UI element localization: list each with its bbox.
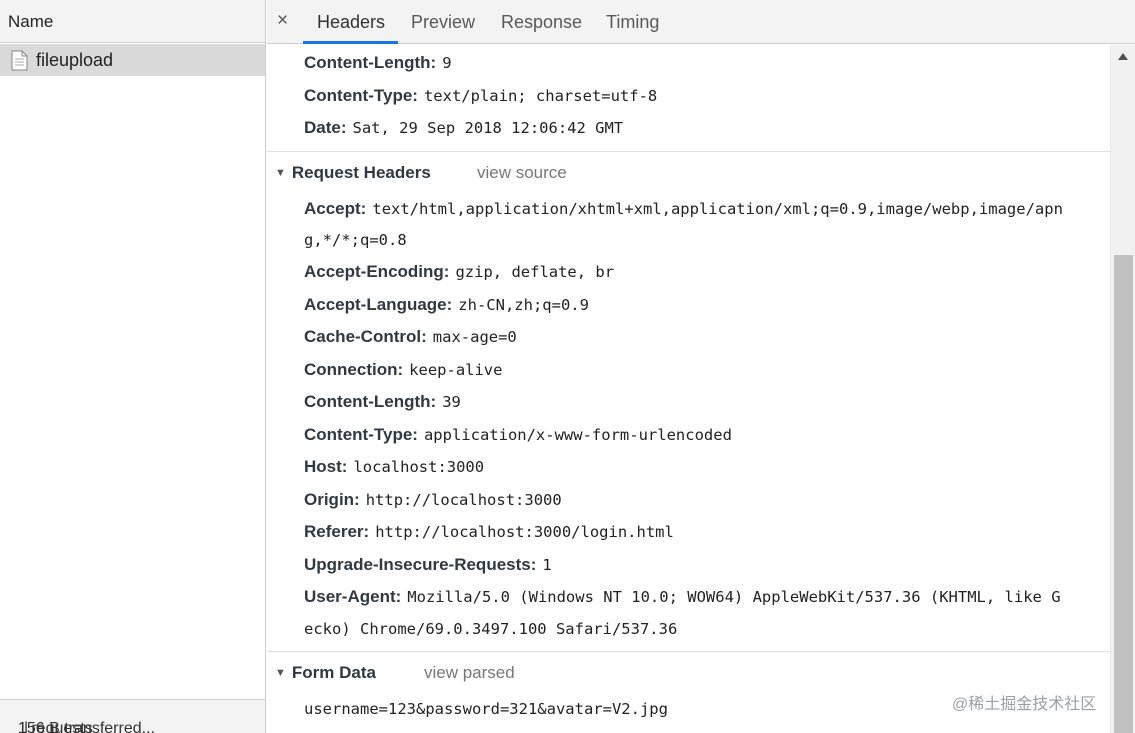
response-header-row: Content-Type: text/plain; charset=utf-8: [304, 86, 657, 106]
header-name: Cache-Control:: [304, 327, 427, 346]
section-divider: [267, 651, 1110, 652]
request-header-row: Origin: http://localhost:3000: [304, 490, 562, 510]
details-tabbar: × Headers Preview Response Timing: [267, 0, 1135, 44]
header-name: User-Agent:: [304, 587, 402, 606]
header-value-continuation: ecko) Chrome/69.0.3497.100 Safari/537.36: [304, 620, 678, 638]
watermark-text: @稀土掘金技术社区: [952, 696, 1097, 713]
request-headers-toggle[interactable]: ▼ Request Headers: [275, 163, 431, 183]
close-icon[interactable]: ×: [277, 10, 288, 32]
request-header-row: Cache-Control: max-age=0: [304, 327, 517, 347]
form-data-raw: username=123&password=321&avatar=V2.jpg: [304, 700, 668, 718]
header-value: Sat, 29 Sep 2018 12:06:42 GMT: [352, 119, 624, 137]
header-name: Content-Length:: [304, 392, 437, 411]
header-value: 39: [442, 393, 461, 411]
request-header-row: Connection: keep-alive: [304, 360, 502, 380]
header-name: Content-Type:: [304, 86, 418, 105]
document-icon: [11, 50, 28, 71]
form-data-title: Form Data: [291, 663, 376, 682]
request-header-row: Accept: text/html,application/xhtml+xml,a…: [304, 199, 1063, 219]
transferred-size: 156 B transferred...: [18, 720, 155, 733]
header-name: Accept-Language:: [304, 295, 453, 314]
header-value: text/plain; charset=utf-8: [423, 87, 658, 105]
header-value-continuation: g,*/*;q=0.8: [304, 231, 407, 249]
request-header-row: Referer: http://localhost:3000/login.html: [304, 522, 674, 542]
header-value: text/html,application/xhtml+xml,applicat…: [372, 200, 1063, 218]
header-name: Accept-Encoding:: [304, 262, 450, 281]
request-row-fileupload[interactable]: fileupload: [0, 44, 265, 76]
header-name: Upgrade-Insecure-Requests:: [304, 555, 537, 574]
name-column-header[interactable]: Name: [0, 0, 265, 43]
header-value: max-age=0: [432, 328, 517, 346]
request-name: fileupload: [36, 50, 114, 70]
header-value: Mozilla/5.0 (Windows NT 10.0; WOW64) App…: [407, 588, 1061, 606]
scroll-up-arrow-icon[interactable]: [1118, 53, 1128, 60]
header-value: keep-alive: [409, 361, 503, 379]
request-headers-title: Request Headers: [291, 163, 431, 182]
header-name: Content-Length:: [304, 53, 437, 72]
tab-timing[interactable]: Timing: [606, 12, 659, 33]
status-bar: 1 requests | 156 B transferred...: [0, 699, 265, 733]
request-header-row: Content-Length: 39: [304, 392, 461, 412]
tab-preview[interactable]: Preview: [411, 12, 475, 33]
request-header-row: User-Agent: Mozilla/5.0 (Windows NT 10.0;…: [304, 587, 1061, 607]
header-name: Accept:: [304, 199, 367, 218]
response-header-row: Date: Sat, 29 Sep 2018 12:06:42 GMT: [304, 118, 623, 138]
header-name: Content-Type:: [304, 425, 418, 444]
request-details-pane: × Headers Preview Response Timing Conten…: [267, 0, 1135, 733]
triangle-down-icon: ▼: [275, 167, 286, 179]
header-value: localhost:3000: [353, 458, 485, 476]
tab-headers[interactable]: Headers: [317, 12, 385, 33]
header-value: 9: [442, 54, 452, 72]
form-data-toggle[interactable]: ▼ Form Data: [275, 663, 376, 683]
header-value: application/x-www-form-urlencoded: [423, 426, 732, 444]
request-header-row: Accept-Encoding: gzip, deflate, br: [304, 262, 614, 282]
header-value: zh-CN,zh;q=0.9: [458, 296, 589, 314]
header-name: Referer:: [304, 522, 370, 541]
header-name: Origin:: [304, 490, 360, 509]
active-tab-indicator: [303, 41, 398, 44]
view-parsed-link[interactable]: view parsed: [424, 663, 515, 683]
request-header-row: Content-Type: application/x-www-form-urle…: [304, 425, 732, 445]
header-value: gzip, deflate, br: [455, 263, 615, 281]
request-header-row: Host: localhost:3000: [304, 457, 484, 477]
response-header-row: Content-Length: 9: [304, 53, 452, 73]
header-value: http://localhost:3000: [365, 491, 562, 509]
tab-response[interactable]: Response: [501, 12, 582, 33]
request-header-row: Accept-Language: zh-CN,zh;q=0.9: [304, 295, 589, 315]
header-name: Host:: [304, 457, 348, 476]
header-name: Connection:: [304, 360, 404, 379]
header-name: Date:: [304, 118, 347, 137]
vertical-scrollbar[interactable]: [1110, 45, 1135, 733]
section-divider: [267, 151, 1110, 152]
header-value: 1: [542, 556, 552, 574]
name-column-label: Name: [8, 12, 54, 31]
headers-content: Content-Length: 9 Content-Type: text/plain…: [267, 45, 1110, 733]
scrollbar-thumb[interactable]: [1114, 255, 1133, 733]
view-source-link[interactable]: view source: [477, 163, 567, 183]
request-list-pane: Name fileupload 1 requests | 156 B transfe…: [0, 0, 266, 733]
request-header-row: Upgrade-Insecure-Requests: 1: [304, 555, 552, 575]
triangle-down-icon: ▼: [275, 667, 286, 679]
header-value: http://localhost:3000/login.html: [375, 523, 674, 541]
